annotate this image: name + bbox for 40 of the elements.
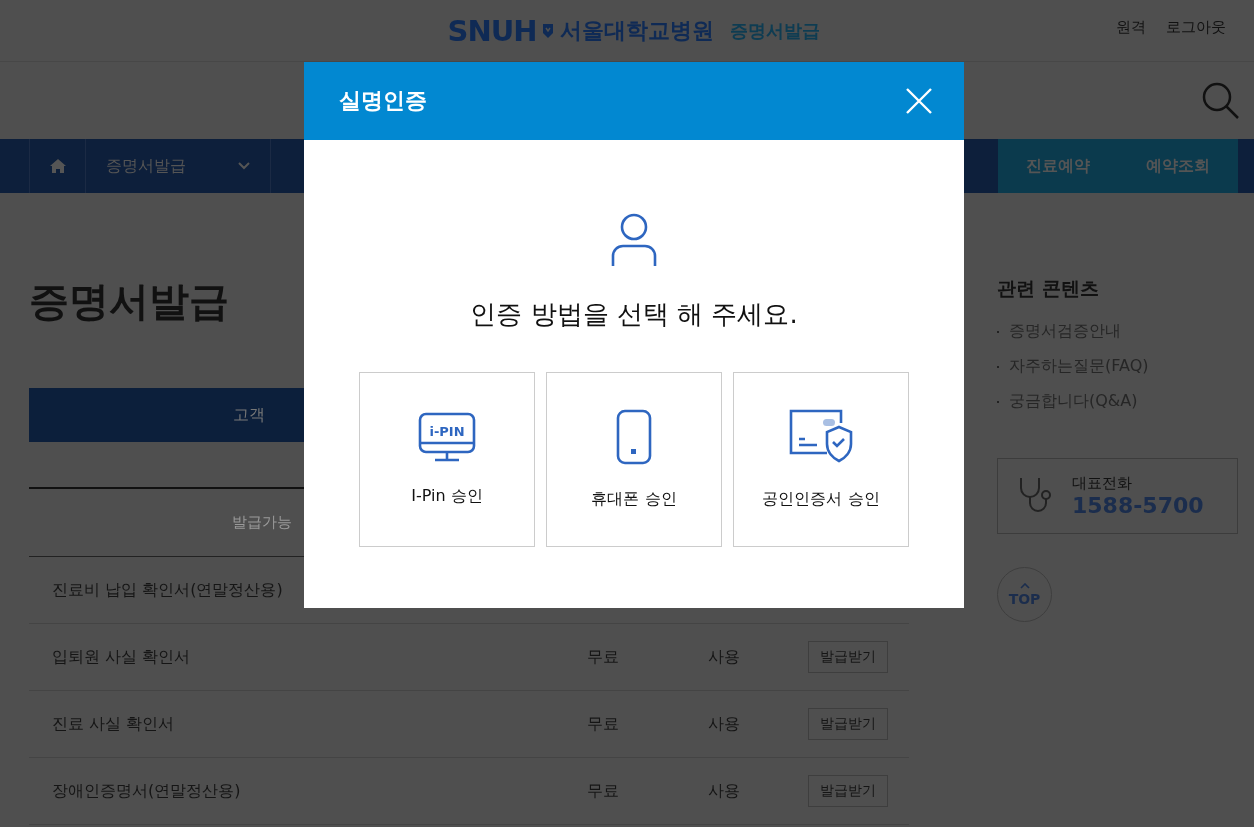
nav-dropdown[interactable]: 증명서발급	[86, 139, 271, 193]
nav-button[interactable]: 진료예약	[998, 139, 1118, 193]
table-cell-text: 입퇴원 사실 확인서	[51, 646, 192, 668]
emblem-icon	[542, 22, 555, 39]
search-icon[interactable]	[1202, 81, 1240, 120]
home-button[interactable]	[29, 139, 86, 193]
page-title: 증명서발급	[29, 281, 229, 321]
user-icon	[611, 212, 657, 267]
table-cell-text: 사용	[708, 780, 741, 802]
home-icon	[48, 158, 67, 174]
sidebar-title: 관련 콘텐츠	[997, 276, 1100, 301]
table-cell-text: 진료비 납입 확인서(연말정산용)	[51, 579, 284, 601]
logo-text: SNUH	[447, 13, 537, 48]
auth-option[interactable]: i-PIN I-Pin 승인	[359, 372, 535, 547]
caret-icon	[1019, 582, 1030, 589]
close-icon[interactable]	[906, 88, 932, 114]
hospital-name: 서울대학교병원	[560, 16, 715, 45]
table-cell-text: 무료	[587, 646, 620, 668]
header-link[interactable]: 로그아웃	[1166, 18, 1226, 37]
issue-button[interactable]: 발급받기	[808, 775, 888, 807]
table-cell-text: 사용	[708, 646, 741, 668]
chevron-icon	[238, 162, 250, 170]
auth-option[interactable]: 공인인증서 승인	[733, 372, 909, 547]
auth-option[interactable]: 휴대폰 승인	[546, 372, 722, 547]
dialog-prompt: 인증 방법을 선택 해 주세요.	[470, 298, 798, 331]
table-cell-text: 무료	[587, 780, 620, 802]
table-cell-text: 진료 사실 확인서	[51, 713, 176, 735]
certificate-shield-icon	[789, 409, 853, 465]
table-cell-text: 사용	[708, 713, 741, 735]
header-link[interactable]: 원격	[1116, 18, 1146, 37]
phone-icon	[616, 409, 652, 465]
table-cell-text: 무료	[587, 713, 620, 735]
service-name: 증명서발급	[730, 18, 821, 43]
phone-label: 대표전화	[1072, 474, 1133, 493]
table-cell-text: 장애인증명서(연말정산용)	[51, 780, 242, 802]
column-header: 발급가능	[232, 513, 292, 532]
nav-button[interactable]: 예약조회	[1118, 139, 1238, 193]
issue-button[interactable]: 발급받기	[808, 708, 888, 740]
dialog-title: 실명인증	[339, 87, 427, 115]
issue-button[interactable]: 발급받기	[808, 641, 888, 673]
